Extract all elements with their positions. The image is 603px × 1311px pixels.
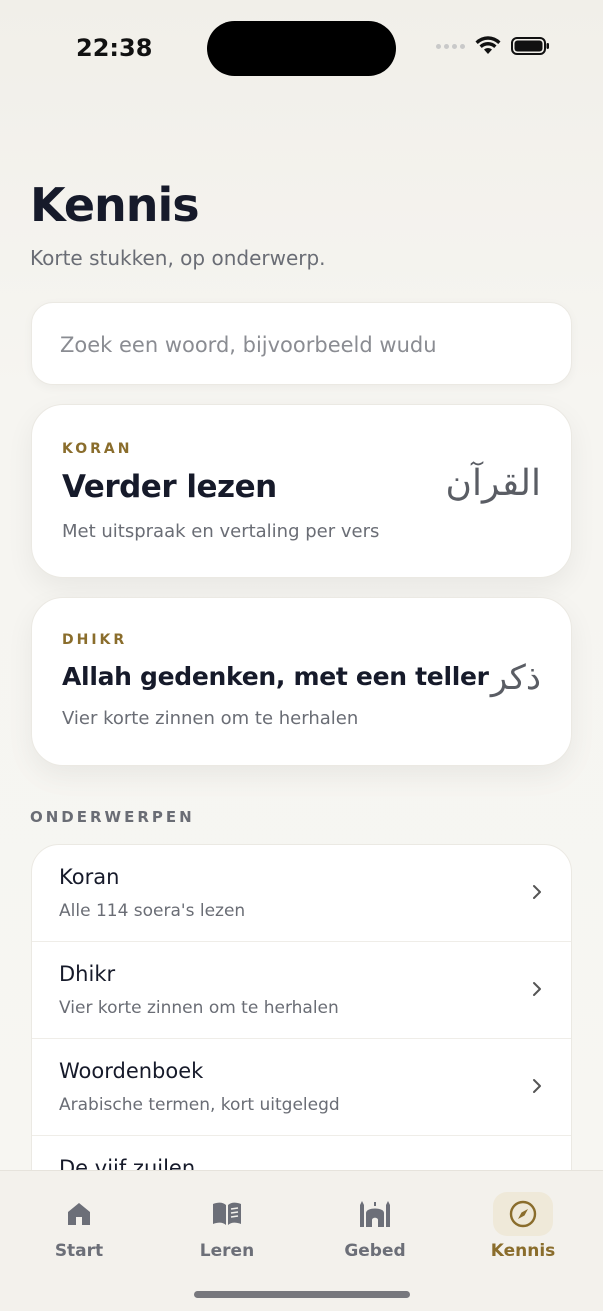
tab-bar: Start Leren Gebed Kennis [0,1170,603,1311]
tab-label: Kennis [490,1241,556,1261]
tab-label: Gebed [344,1241,406,1261]
topic-subtitle: Alle 114 soera's lezen [59,901,246,921]
status-bar: 22:38 [0,0,603,100]
card-description: Vier korte zinnen om te herhalen [62,708,359,729]
dhikr-arabic-label: ذكر [490,658,541,698]
chevron-right-icon [533,982,541,996]
topic-row-woordenboek[interactable]: Woordenboek Arabische termen, kort uitge… [32,1039,571,1136]
book-icon [213,1202,241,1225]
status-time: 22:38 [76,34,153,62]
card-title: Verder lezen [62,469,277,505]
tab-icon-container [345,1192,405,1236]
tab-icon-container [197,1192,257,1236]
home-icon [68,1203,90,1225]
cellular-signal-icon [436,43,465,49]
topics-list: Koran Alle 114 soera's lezen Dhikr Vier … [31,844,572,1204]
tab-gebed[interactable]: Gebed [301,1189,449,1269]
mosque-icon [360,1201,390,1227]
card-eyebrow: KORAN [62,441,133,457]
tab-leren[interactable]: Leren [153,1189,301,1269]
tab-icon-container [49,1192,109,1236]
status-icons [436,36,551,56]
topic-title: Woordenboek [59,1059,204,1083]
quran-continue-card[interactable]: KORAN Verder lezen Met uitspraak en vert… [31,404,572,578]
page-subtitle: Korte stukken, op onderwerp. [30,246,326,270]
topic-title: Dhikr [59,962,116,986]
tab-label: Start [54,1241,104,1261]
search-box[interactable] [31,302,572,386]
home-indicator [194,1291,410,1298]
topics-section-label: ONDERWERPEN [30,808,195,826]
topic-subtitle: Arabische termen, kort uitgelegd [59,1095,340,1115]
battery-icon [511,37,549,55]
compass-icon [509,1200,537,1228]
tab-kennis[interactable]: Kennis [449,1189,597,1269]
quran-arabic-label: القرآن [445,463,541,504]
tab-label: Leren [199,1241,255,1261]
wifi-icon [475,36,501,54]
card-description: Met uitspraak en vertaling per vers [62,521,380,542]
topic-title: Koran [59,865,120,889]
topic-row-koran[interactable]: Koran Alle 114 soera's lezen [32,845,571,942]
topic-subtitle: Vier korte zinnen om te herhalen [59,998,339,1018]
page-title: Kennis [30,178,200,232]
chevron-right-icon [533,1079,541,1093]
card-eyebrow: DHIKR [62,632,128,648]
tab-start[interactable]: Start [5,1189,153,1269]
topic-row-dhikr[interactable]: Dhikr Vier korte zinnen om te herhalen [32,942,571,1039]
card-title: Allah gedenken, met een teller [62,662,489,691]
chevron-right-icon [533,885,541,899]
search-input[interactable] [60,303,540,386]
dhikr-counter-card[interactable]: DHIKR Allah gedenken, met een teller Vie… [31,597,572,766]
dynamic-island [207,21,396,76]
tab-icon-container [493,1192,553,1236]
